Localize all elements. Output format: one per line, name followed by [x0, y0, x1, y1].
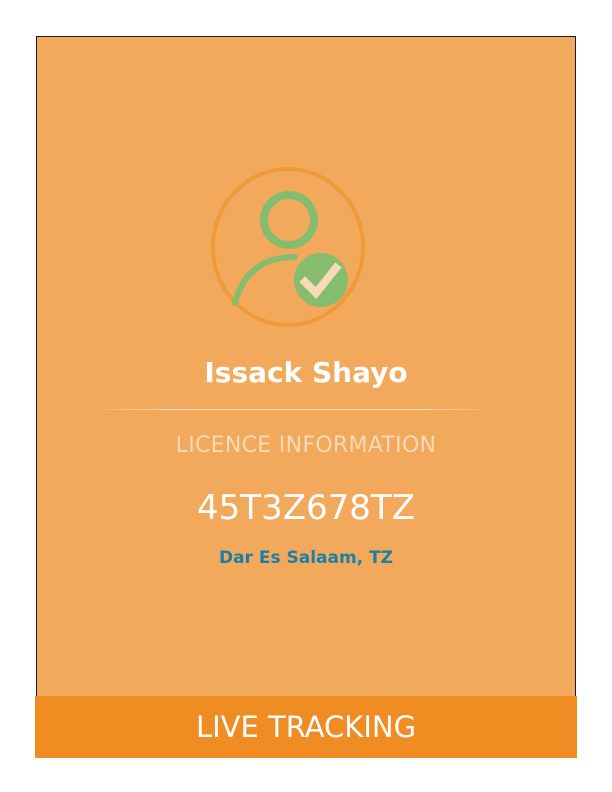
driver-card	[36, 36, 576, 756]
verified-user-icon	[211, 167, 367, 329]
location-text: Dar Es Salaam, TZ	[218, 548, 394, 568]
live-tracking-button[interactable]: LIVE TRACKING	[35, 696, 577, 758]
licence-info-heading: LICENCE INFORMATION	[175, 433, 437, 458]
divider	[91, 409, 495, 410]
driver-name: Issack Shayo	[204, 356, 408, 389]
licence-number: 45T3Z678TZ	[197, 488, 415, 528]
